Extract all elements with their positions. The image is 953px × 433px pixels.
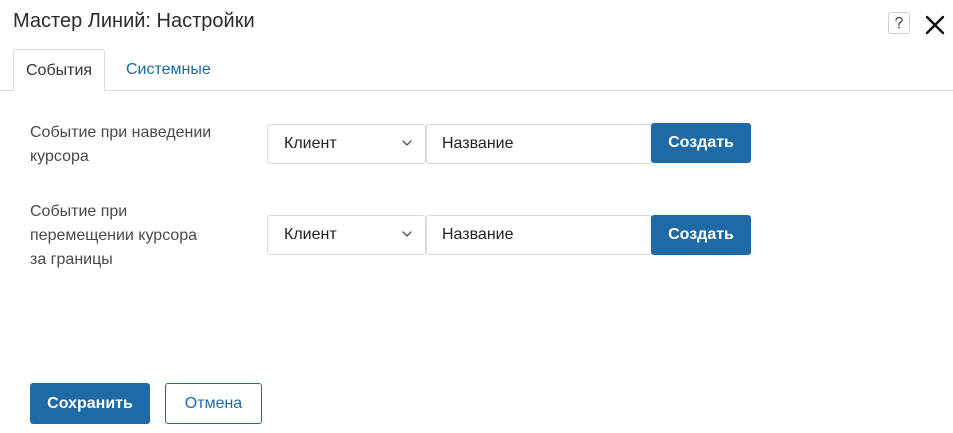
help-button[interactable] bbox=[888, 12, 910, 34]
chevron-down-icon bbox=[402, 140, 412, 146]
close-button[interactable] bbox=[924, 14, 946, 36]
dialog-title: Мастер Линий: Настройки bbox=[13, 10, 255, 32]
tab-bar: События Системные bbox=[0, 49, 953, 91]
create-handler-button[interactable]: Создать bbox=[651, 215, 751, 255]
save-button[interactable]: Сохранить bbox=[30, 383, 150, 424]
chevron-down-icon bbox=[402, 231, 412, 237]
close-icon bbox=[925, 15, 945, 35]
event-row-label: Событие при перемещении курсора за грани… bbox=[30, 200, 197, 272]
cancel-button[interactable]: Отмена bbox=[165, 383, 262, 424]
event-row-label: Событие при наведении курсора bbox=[30, 121, 211, 169]
event-row-label-line: Событие при bbox=[30, 203, 128, 220]
event-row-label-line: Событие при наведении bbox=[30, 124, 212, 141]
event-row-label-line: за границы bbox=[30, 251, 113, 268]
handler-type-select[interactable]: Клиент bbox=[267, 124, 426, 164]
tab-system[interactable]: Системные bbox=[114, 49, 223, 91]
event-row-label-line: перемещении курсора bbox=[30, 227, 198, 244]
help-icon bbox=[895, 16, 903, 29]
tab-events[interactable]: События bbox=[13, 49, 106, 91]
create-handler-button[interactable]: Создать bbox=[651, 123, 751, 163]
handler-name-input[interactable] bbox=[426, 215, 652, 255]
event-row-label-line: курсора bbox=[30, 148, 89, 165]
handler-type-value: Клиент bbox=[284, 226, 337, 243]
handler-type-value: Клиент bbox=[284, 135, 337, 152]
handler-name-input[interactable] bbox=[426, 124, 652, 164]
handler-type-select[interactable]: Клиент bbox=[267, 215, 426, 255]
